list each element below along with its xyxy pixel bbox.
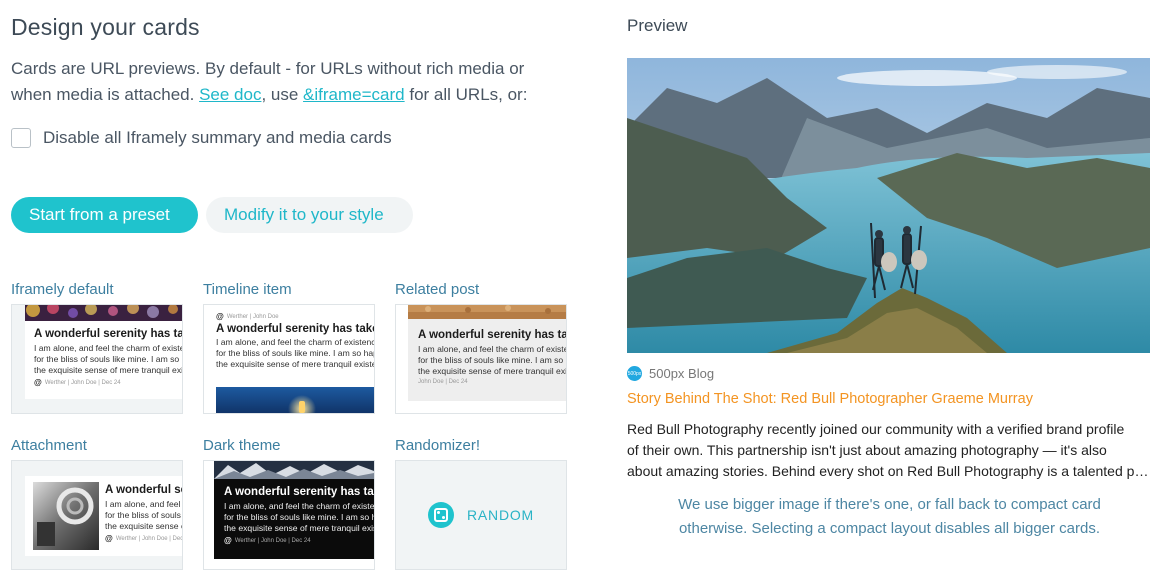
page-title: Design your cards <box>11 14 200 40</box>
card-meta: @Werther | John Doe | Dec 24 <box>105 534 183 543</box>
number-sign-image <box>33 482 99 550</box>
card-meta: John Doe | Dec 24 <box>418 379 468 385</box>
card-content: @ Werther | John Doe A wonderful serenity… <box>216 312 374 370</box>
night-lamp-image <box>216 387 374 413</box>
card-line: for the bliss of souls like mine. I am s… <box>216 348 374 358</box>
modify-style-button[interactable]: Modify it to your style <box>206 197 413 233</box>
desc-line: Red Bull Photography recently joined our… <box>627 421 1125 437</box>
preset-dark-theme[interactable]: Dark theme A wonderful serenity has take… <box>203 436 375 570</box>
card-title: A wonderful serenity has taken possessio… <box>216 323 374 335</box>
preset-card: A wonderful serenity has taken possessio… <box>25 305 183 399</box>
preview-heading: Preview <box>627 16 688 35</box>
iframe-card-link[interactable]: &iframe=card <box>303 85 405 104</box>
card-line: the exquisite sense of mere tranquil exi… <box>418 366 566 376</box>
note-line: otherwise. Selecting a compact layout di… <box>678 520 1101 537</box>
card-line: the exquisite sense of mere tranquil exi… <box>224 523 374 533</box>
intro-line-1: Cards are URL previews. By default - for… <box>11 59 525 78</box>
bokeh-image <box>25 305 182 321</box>
card-title: A wonderful serenity has taken possessio… <box>418 329 567 341</box>
card-line: the exquisite sense of mere tranquil exi… <box>34 365 182 375</box>
card-line: I am alone, and feel the charm of existe… <box>224 501 374 511</box>
card-line: I am alone, and feel the charm of existe… <box>34 343 182 353</box>
preset-label[interactable]: Iframely default <box>11 280 183 300</box>
texture-image <box>408 305 566 319</box>
card-line: for the bliss of souls like mine. I am s… <box>418 355 566 365</box>
preview-image[interactable] <box>627 58 1150 353</box>
preset-iframely-default[interactable]: Iframely default A wonderful serenity ha… <box>11 280 183 414</box>
card-meta: @Werther | John Doe | Dec 24 <box>224 536 311 545</box>
preset-label[interactable]: Related post <box>395 280 567 300</box>
at-icon: @ <box>105 534 113 543</box>
note-line: We use bigger image if there's one, or f… <box>678 496 1101 513</box>
preset-thumbnail[interactable]: A wonderful serenity has taken possessio… <box>11 304 183 414</box>
provider-row: 500px 500px Blog <box>627 366 714 381</box>
preset-label[interactable]: Randomizer! <box>395 436 567 456</box>
preset-thumbnail[interactable]: A wonderful serenity has taken possessio… <box>203 460 375 570</box>
card-line: I am alone, and feel the charm of existe… <box>418 344 566 354</box>
randomizer-box[interactable]: RANDOM <box>395 460 567 570</box>
card-line: for the bliss of souls like mine. I am s… <box>224 512 374 522</box>
preset-label[interactable]: Timeline item <box>203 280 375 300</box>
desc-line: about amazing stories. Behind every shot… <box>627 463 1152 479</box>
preset-label[interactable]: Attachment <box>11 436 183 456</box>
at-icon: @ <box>224 536 232 545</box>
preset-thumbnail[interactable]: A wonderful serenity has taken possessio… <box>395 304 567 414</box>
snowy-mountain-image <box>214 461 374 479</box>
preset-thumbnail[interactable]: A wonderful serenity has taken possessio… <box>11 460 183 570</box>
preset-attachment[interactable]: Attachment A wonderful s I am alone, and… <box>11 436 183 570</box>
preset-card: A wonderful serenity has taken possessio… <box>408 305 567 401</box>
card-meta: @ Werther | John Doe <box>216 312 279 321</box>
preset-card: A wonderful serenity has taken possessio… <box>25 476 183 556</box>
mode-toggle: Start from a preset Modify it to your st… <box>11 197 413 233</box>
disable-cards-checkbox[interactable] <box>11 128 31 148</box>
card-line: I am alone, and feel the charm of existe… <box>105 499 182 509</box>
card-line: I am alone, and feel the charm of existe… <box>216 337 374 347</box>
disable-cards-option[interactable]: Disable all Iframely summary and media c… <box>11 127 392 149</box>
preset-timeline-item[interactable]: Timeline item @ Werther | John Doe A wond… <box>203 280 375 414</box>
start-from-preset-button[interactable]: Start from a preset <box>11 197 198 233</box>
intro-line-2: when media is attached. See doc, use &if… <box>11 85 528 104</box>
card-line: for the bliss of souls like mine. I am s… <box>105 510 182 520</box>
500px-logo-icon: 500px <box>627 366 642 381</box>
desc-line: of their own. This partnership isn't jus… <box>627 442 1107 458</box>
card-line: for the bliss of souls like mine. I am s… <box>34 354 182 364</box>
card-title: A wonderful serenity has taken possessio… <box>224 486 374 498</box>
story-title-link[interactable]: Story Behind The Shot: Red Bull Photogra… <box>627 391 1033 407</box>
see-doc-link[interactable]: See doc <box>199 85 261 104</box>
dice-icon <box>427 502 454 528</box>
disable-cards-label[interactable]: Disable all Iframely summary and media c… <box>43 128 392 148</box>
preset-related-post[interactable]: Related post A wonderful serenity has ta… <box>395 280 567 414</box>
at-icon: @ <box>34 378 42 387</box>
random-label[interactable]: RANDOM <box>467 507 534 523</box>
card-line: the exquisite sense of mere tranquil exi… <box>105 521 182 531</box>
provider-name: 500px Blog <box>649 366 715 381</box>
design-panel: Design your cards Cards are URL previews… <box>11 0 581 583</box>
preset-randomizer[interactable]: Randomizer! RANDOM <box>395 436 567 570</box>
preset-label[interactable]: Dark theme <box>203 436 375 456</box>
preview-panel: Preview 500px 500px Blog Story Behind Th… <box>627 0 1152 583</box>
preset-card: A wonderful serenity has taken possessio… <box>214 461 374 559</box>
story-description: Red Bull Photography recently joined our… <box>627 419 1152 482</box>
card-meta: @Werther | John Doe | Dec 24 <box>34 378 121 387</box>
card-title: A wonderful serenity has taken possessio… <box>105 484 182 496</box>
at-icon: @ <box>216 312 224 321</box>
layout-note: We use bigger image if there's one, or f… <box>627 493 1152 541</box>
preset-thumbnail[interactable]: @ Werther | John Doe A wonderful serenity… <box>203 304 375 414</box>
card-title: A wonderful serenity has taken possessio… <box>34 328 183 340</box>
intro-text: Cards are URL previews. By default - for… <box>11 56 581 108</box>
random-button[interactable]: RANDOM <box>396 461 566 569</box>
card-line: the exquisite sense of mere tranquil exi… <box>216 359 374 369</box>
lake-mountain-photo <box>627 58 1150 353</box>
